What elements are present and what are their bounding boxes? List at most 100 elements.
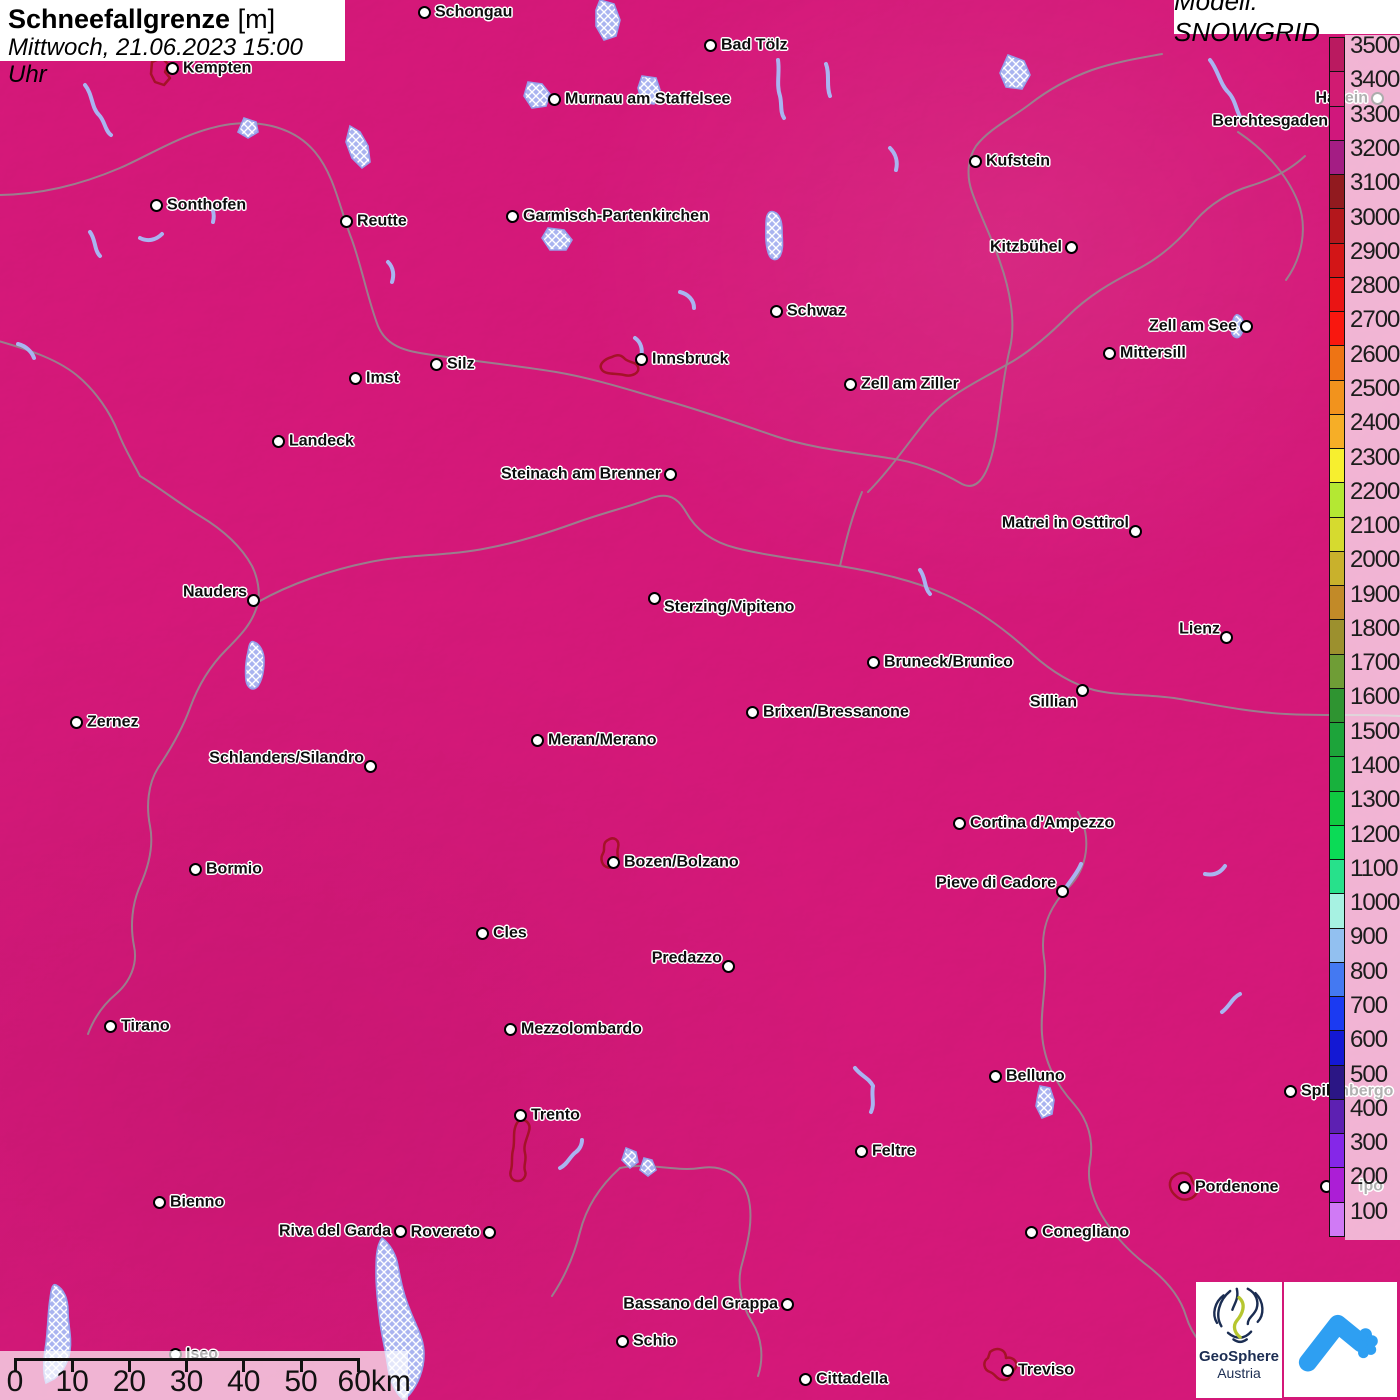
city-dot — [1025, 1226, 1038, 1239]
city-label: Bormio — [206, 860, 262, 878]
city-label: Rovereto — [410, 1223, 480, 1241]
city-label: Sonthofen — [167, 196, 247, 214]
legend-labels: 3500 3400 3300 3200 3100 3000 2900 2800 2700 2600… — [1350, 29, 1400, 1229]
partner-logo — [1284, 1282, 1397, 1397]
city-dot — [153, 1196, 166, 1209]
city-label: Riva del Garda — [278, 1222, 391, 1240]
city-label: Kitzbühel — [990, 238, 1062, 256]
geosphere-country: Austria — [1217, 1365, 1261, 1381]
legend-color-segment — [1330, 1065, 1344, 1100]
scale-bar: 0 10 20 30 40 50 60km — [0, 1351, 411, 1400]
city-dot — [844, 378, 857, 391]
legend-tick-label: 700 — [1350, 992, 1388, 1020]
city-dot — [1220, 631, 1233, 644]
city-dot — [189, 863, 202, 876]
legend-color-segment — [1330, 757, 1344, 792]
city-layer: Schongau Bad Tölz Kempten Murnau am Staffel… — [0, 0, 1400, 1400]
city-dot — [1065, 241, 1078, 254]
city-dot — [616, 1335, 629, 1348]
city-label: Cittadella — [816, 1370, 889, 1388]
legend-tick-label: 3000 — [1350, 203, 1400, 231]
city-label: Sterzing/Vipiteno — [664, 598, 795, 616]
city-label: Reutte — [357, 212, 407, 230]
legend-tick-label: 800 — [1350, 957, 1388, 985]
geosphere-logo: GeoSphere Austria — [1196, 1282, 1282, 1398]
city-dot — [504, 1023, 517, 1036]
legend-colorbar — [1329, 37, 1345, 1237]
legend-color-segment — [1330, 688, 1344, 723]
legend-tick-label: 1200 — [1350, 820, 1400, 848]
city-label: Zell am See — [1148, 317, 1237, 335]
legend-color-segment — [1330, 654, 1344, 689]
city-label: Belluno — [1006, 1067, 1065, 1085]
city-label: Landeck — [289, 432, 354, 450]
city-label: Bruneck/Brunico — [884, 653, 1013, 671]
mountain-icon — [1298, 1314, 1378, 1371]
city-dot — [349, 372, 362, 385]
legend-tick-label: 1500 — [1350, 717, 1400, 745]
city-label: Schongau — [435, 3, 513, 21]
legend-tick-label: 2300 — [1350, 443, 1400, 471]
scale-tick-label: 20 — [112, 1365, 147, 1398]
legend-tick-label: 1000 — [1350, 889, 1400, 917]
scale-tick-label: 60km — [337, 1365, 411, 1398]
city-dot — [781, 1298, 794, 1311]
legend-tick-label: 2800 — [1350, 272, 1400, 300]
legend-color-segment — [1330, 414, 1344, 449]
city-label: Tirano — [121, 1017, 170, 1035]
city-label: Schwaz — [787, 302, 846, 320]
legend-tick-label: 3100 — [1350, 169, 1400, 197]
model-label: Modell: SNOWGRID — [1174, 0, 1320, 47]
city-dot — [867, 656, 880, 669]
city-label: Feltre — [872, 1142, 916, 1160]
legend-tick-label: 1100 — [1350, 854, 1399, 882]
legend-color-segment — [1330, 483, 1344, 518]
city-dot — [1284, 1085, 1297, 1098]
legend-tick-label: 600 — [1350, 1026, 1388, 1054]
city-label: Sillian — [1029, 693, 1077, 711]
city-label: Zernez — [87, 713, 139, 731]
scale-tick-label: 0 — [6, 1365, 24, 1398]
legend-color-segment — [1330, 825, 1344, 860]
legend-tick-label: 2200 — [1350, 477, 1400, 505]
legend-color-segment — [1330, 894, 1344, 929]
city-dot — [548, 93, 561, 106]
legend-color-segment — [1330, 380, 1344, 415]
legend-color-segment — [1330, 928, 1344, 963]
city-dot — [1001, 1364, 1014, 1377]
page-title: Schneefallgrenze [m] — [8, 5, 345, 34]
geosphere-contour-icon — [1213, 1287, 1264, 1344]
legend-tick-label: 200 — [1350, 1163, 1388, 1191]
legend-color-segment — [1330, 312, 1344, 347]
city-label: Lienz — [1179, 620, 1220, 638]
city-dot — [483, 1226, 496, 1239]
map-unit: [m] — [237, 4, 276, 34]
scale-tick-label: 30 — [169, 1365, 204, 1398]
legend-color-segment — [1330, 1168, 1344, 1203]
city-dot — [607, 856, 620, 869]
city-dot — [704, 39, 717, 52]
legend-color-segment — [1330, 586, 1344, 621]
city-label: Schlanders/Silandro — [209, 749, 364, 767]
city-dot — [531, 734, 544, 747]
city-dot — [1103, 347, 1116, 360]
city-dot — [506, 210, 519, 223]
legend-color-segment — [1330, 1202, 1344, 1236]
scale-tick-label: 50 — [284, 1365, 318, 1398]
city-label: Murnau am Staffelsee — [565, 90, 731, 108]
city-label: Cortina d'Ampezzo — [970, 814, 1115, 832]
map-title: Schneefallgrenze — [8, 4, 231, 34]
city-label: Berchtesgaden — [1212, 112, 1328, 130]
city-dot — [969, 155, 982, 168]
city-dot — [272, 435, 285, 448]
legend-color-segment — [1330, 175, 1344, 210]
city-dot — [855, 1145, 868, 1158]
city-label: Nauders — [182, 583, 247, 601]
city-label: Mezzolombardo — [521, 1020, 642, 1038]
city-dot — [953, 817, 966, 830]
city-dot — [340, 215, 353, 228]
legend-tick-label: 1800 — [1350, 614, 1400, 642]
legend-tick-label: 3200 — [1350, 134, 1400, 162]
city-dot — [635, 353, 648, 366]
legend-tick-label: 1400 — [1350, 752, 1400, 780]
